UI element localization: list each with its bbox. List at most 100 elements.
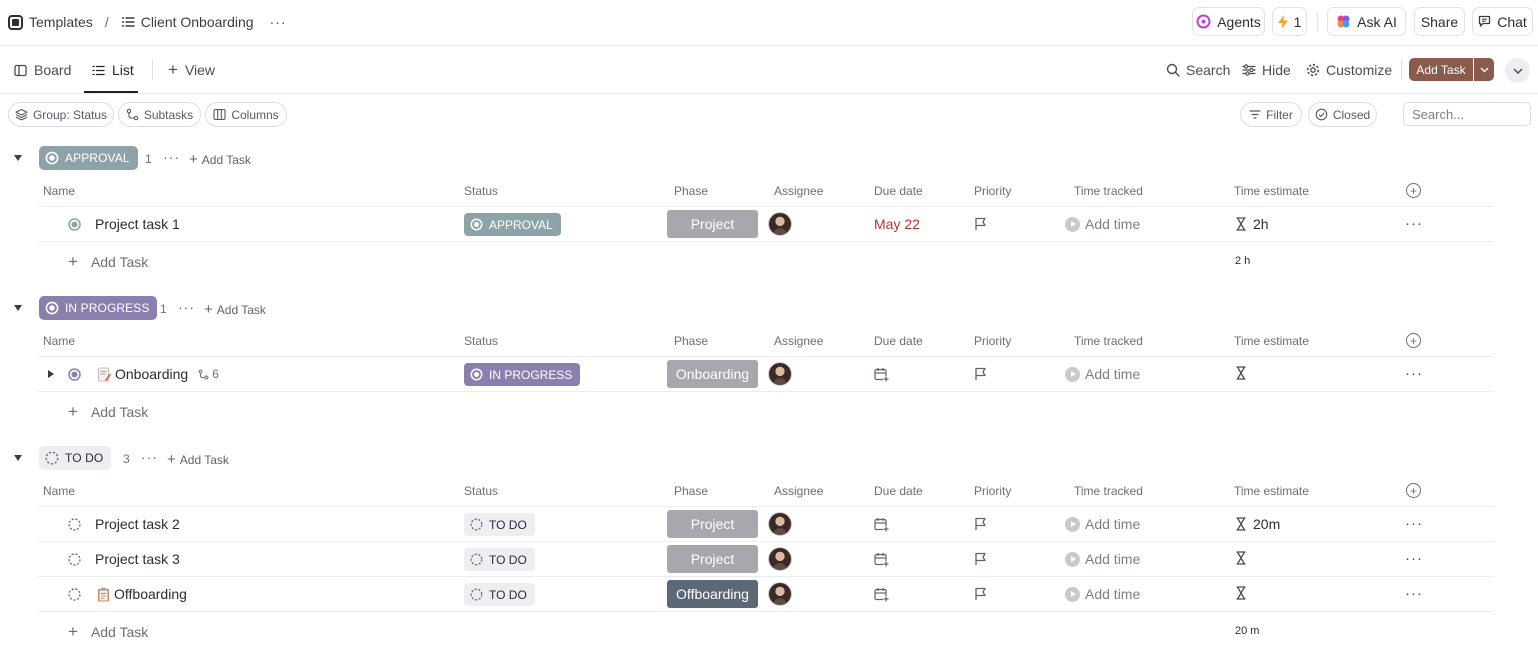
column-header-due-date[interactable]: Due date [874,334,923,348]
phase-badge[interactable]: Project [667,510,758,538]
avatar[interactable] [768,212,792,236]
customize-button[interactable]: Customize [1306,59,1392,81]
task-name[interactable]: Project task 2 [95,516,180,532]
breadcrumb-more-button[interactable]: ··· [270,14,287,30]
priority-flag-icon[interactable] [974,552,987,566]
group-status-in-progress[interactable]: IN PROGRESS [39,296,158,320]
column-header-name[interactable]: Name [43,184,75,198]
avatar[interactable] [768,362,792,386]
column-header-time-tracked[interactable]: Time tracked [1074,184,1143,198]
filter-button[interactable]: Filter [1240,102,1302,127]
time-estimate[interactable]: 20m [1235,516,1280,532]
column-header-status[interactable]: Status [464,484,498,498]
group-by-button[interactable]: Group: Status [8,102,114,127]
phase-badge[interactable]: Project [667,545,758,573]
time-estimate[interactable] [1235,586,1253,600]
task-name[interactable]: Offboarding [97,586,187,602]
time-estimate[interactable] [1235,366,1253,380]
add-task-row[interactable]: + Add Task [68,252,148,272]
add-time-button[interactable]: Add time [1065,516,1140,532]
columns-button[interactable]: Columns [205,102,287,127]
column-header-priority[interactable]: Priority [974,334,1011,348]
status-todo-icon[interactable] [68,518,81,531]
column-header-time-estimate[interactable]: Time estimate [1234,334,1309,348]
closed-tasks-button[interactable]: Closed [1308,102,1377,127]
column-header-time-estimate[interactable]: Time estimate [1234,184,1309,198]
collapse-group-todo-icon[interactable] [14,455,22,461]
group-add-task-button[interactable]: + Add Task [167,451,229,468]
add-column-icon[interactable]: + [1406,183,1421,198]
add-task-row[interactable]: + Add Task [68,622,148,642]
column-header-status[interactable]: Status [464,184,498,198]
share-button[interactable]: Share [1414,7,1465,36]
collapse-group-approval-icon[interactable] [14,155,22,161]
status-badge[interactable]: TO DO [464,548,535,571]
column-header-time-estimate[interactable]: Time estimate [1234,484,1309,498]
status-in-progress-icon[interactable] [68,368,81,381]
status-badge[interactable]: IN PROGRESS [464,363,581,386]
phase-badge[interactable]: Offboarding [667,580,758,608]
row-more-button[interactable]: ··· [1405,585,1423,602]
subtasks-button[interactable]: Subtasks [118,102,201,127]
row-more-button[interactable]: ··· [1405,515,1423,532]
status-badge[interactable]: TO DO [464,583,535,606]
group-status-todo[interactable]: TO DO [39,446,112,470]
add-column-icon[interactable]: + [1406,483,1421,498]
calendar-add-icon[interactable] [874,367,889,382]
column-header-assignee[interactable]: Assignee [774,184,823,198]
column-header-assignee[interactable]: Assignee [774,484,823,498]
due-date[interactable]: May 22 [874,216,920,232]
group-add-task-button[interactable]: + Add Task [204,301,266,318]
avatar[interactable] [768,512,792,536]
breadcrumb-workspace[interactable]: Templates [29,14,93,30]
add-task-row[interactable]: + Add Task [68,402,148,422]
status-approval-icon[interactable] [68,218,81,231]
add-column-icon[interactable]: + [1406,333,1421,348]
add-task-dropdown-button[interactable] [1474,58,1494,81]
avatar[interactable] [768,582,792,606]
task-name[interactable]: Onboarding 6 [97,366,219,382]
column-header-due-date[interactable]: Due date [874,184,923,198]
avatar[interactable] [768,547,792,571]
column-header-assignee[interactable]: Assignee [774,334,823,348]
row-more-button[interactable]: ··· [1405,550,1423,567]
priority-flag-icon[interactable] [974,587,987,601]
priority-flag-icon[interactable] [974,217,987,231]
phase-badge[interactable]: Project [667,210,758,238]
tab-board[interactable]: Board [14,58,71,82]
column-header-phase[interactable]: Phase [674,184,708,198]
group-more-button[interactable]: ··· [178,299,195,315]
hide-button[interactable]: Hide [1242,59,1291,81]
task-name[interactable]: Project task 3 [95,551,180,567]
group-add-task-button[interactable]: + Add Task [189,151,251,168]
add-task-button[interactable]: Add Task [1409,58,1473,81]
time-estimate[interactable]: 2h [1235,216,1269,232]
column-header-time-tracked[interactable]: Time tracked [1074,334,1143,348]
calendar-add-icon[interactable] [874,552,889,567]
calendar-add-icon[interactable] [874,587,889,602]
status-badge[interactable]: TO DO [464,513,535,536]
add-time-button[interactable]: Add time [1065,551,1140,567]
column-header-priority[interactable]: Priority [974,184,1011,198]
expand-subtasks-icon[interactable] [48,370,54,378]
collapse-toolbar-button[interactable] [1505,58,1530,83]
column-header-phase[interactable]: Phase [674,334,708,348]
column-header-priority[interactable]: Priority [974,484,1011,498]
task-name[interactable]: Project task 1 [95,216,180,232]
phase-badge[interactable]: Onboarding [667,360,758,388]
ask-ai-button[interactable]: Ask AI [1327,7,1406,36]
time-estimate[interactable] [1235,551,1253,565]
group-more-button[interactable]: ··· [163,149,180,165]
chat-button[interactable]: Chat [1472,7,1533,36]
priority-flag-icon[interactable] [974,517,987,531]
row-more-button[interactable]: ··· [1405,365,1423,382]
calendar-add-icon[interactable] [874,517,889,532]
row-more-button[interactable]: ··· [1405,215,1423,232]
column-header-name[interactable]: Name [43,334,75,348]
column-header-time-tracked[interactable]: Time tracked [1074,484,1143,498]
group-more-button[interactable]: ··· [141,449,158,465]
search-tasks-input[interactable] [1403,102,1531,126]
tab-list[interactable]: List [92,58,134,82]
status-badge[interactable]: APPROVAL [464,213,561,236]
status-todo-icon[interactable] [68,588,81,601]
